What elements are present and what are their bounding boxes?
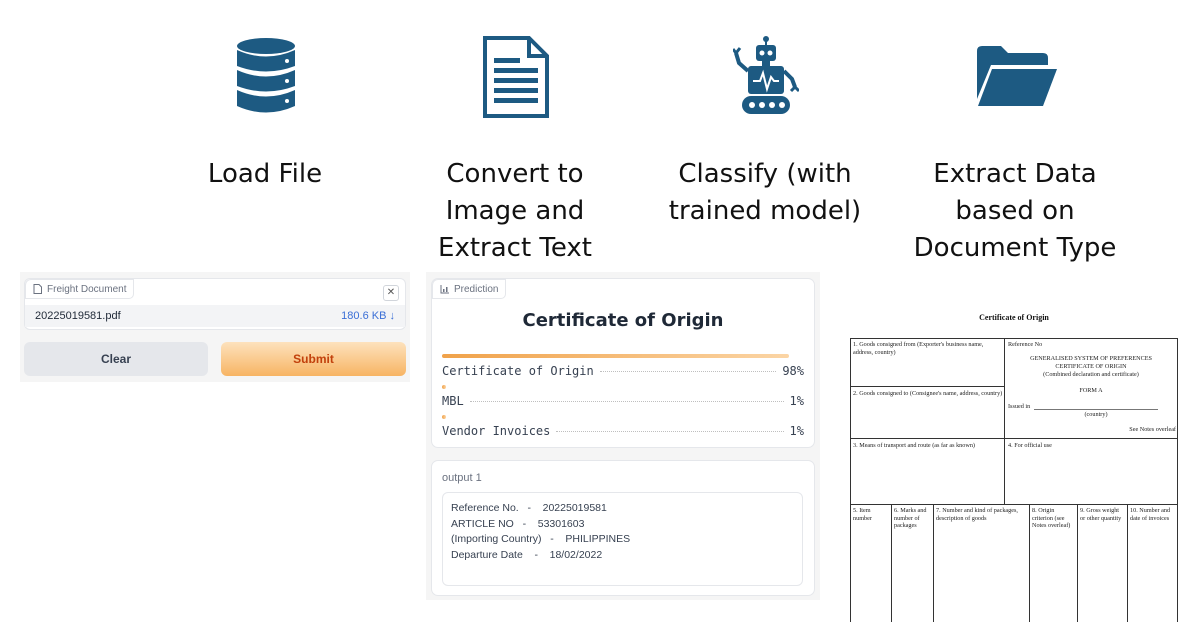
certificate-title: Certificate of Origin [979,313,1049,322]
confidence-bar-0 [442,354,796,358]
form-divider [1127,504,1128,622]
form-col9: 9. Gross weight or other quantity [1080,507,1122,522]
uploaded-file-row: 20225019581.pdf 180.6 KB ↓ [25,305,405,327]
form-col8: 8. Origin criterion (see Notes overleaf) [1032,507,1071,529]
file-upload-box[interactable]: Freight Document ✕ 20225019581.pdf 180.6… [24,278,406,330]
confidence-bar-2 [442,415,796,419]
form-box4: 4. For official use [1008,442,1052,449]
database-icon [237,38,295,113]
form-divider [1029,504,1030,622]
file-size-download-link[interactable]: 180.6 KB ↓ [341,310,395,322]
step-load-file-label: Load File [207,159,323,189]
form-divider [891,504,892,622]
form-col5: 5. Item number [853,507,872,522]
output-line-country: (Importing Country) - PHILIPPINES [451,533,631,545]
form-col7: 7. Number and kind of packages, descript… [936,507,1018,522]
confidence-percent-1: 1% [789,394,804,408]
form-divider [850,386,1005,387]
form-box1: 1. Goods consigned from (Exporter's busi… [853,341,984,356]
leader-dots [556,431,784,432]
output-line-article: ARTICLE NO - 53301603 [451,517,585,530]
confidence-fill-1 [442,385,446,389]
confidence-percent-0: 98% [782,364,804,378]
clear-file-button[interactable]: ✕ [383,285,399,301]
confidence-label-2: Vendor Invoices [442,424,551,438]
robot-icon [733,36,799,114]
form-issued-in: Issued in [1008,403,1031,410]
predicted-class-title: Certificate of Origin [522,310,724,331]
form-box3: 3. Means of transport and route (as far … [853,442,975,449]
form-gsp: GENERALISED SYSTEM OF PREFERENCES [1030,355,1152,362]
confidence-label-1: MBL [442,394,464,408]
form-col10: 10. Number and date of invoices [1130,507,1171,522]
form-box2: 2. Goods consigned to (Consignee's name,… [853,390,1003,397]
form-country: (country) [1084,411,1108,418]
form-ref-no: Reference No [1008,341,1043,348]
form-divider [1077,504,1078,622]
form-divider [933,504,934,622]
confidence-row-2: Vendor Invoices 1% [442,424,804,438]
issued-in-underline [1034,409,1158,410]
output-label: output 1 [442,472,482,484]
form-cert-origin: CERTIFICATE OF ORIGIN [1055,363,1127,370]
output-line-reference: Reference No. - 20225019581 [451,502,607,514]
prediction-tag: Prediction [432,279,507,299]
file-name: 20225019581.pdf [35,310,121,322]
leader-dots [599,371,777,372]
confidence-row-1: MBL 1% [442,394,804,408]
confidence-fill-2 [442,415,446,419]
confidence-row-0: Certificate of Origin 98% [442,364,804,378]
form-combined: (Combined declaration and certificate) [1043,371,1139,378]
submit-button[interactable]: Submit [221,342,406,376]
clear-button[interactable]: Clear [24,342,208,376]
certificate-form [850,338,1178,622]
file-icon [33,284,42,294]
leader-dots [469,401,784,402]
output-line-departure: Departure Date - 18/02/2022 [451,548,603,561]
bar-chart-icon [440,284,449,293]
confidence-fill-0 [442,354,789,358]
confidence-label-0: Certificate of Origin [442,364,594,378]
step-extract-label: Extract Data based on Document Type [913,159,1117,263]
folder-icon [977,46,1057,106]
freight-document-tag: Freight Document [25,279,135,299]
form-a: FORM A [1079,387,1103,394]
form-divider [850,504,1178,505]
prediction-card: Prediction [431,278,815,448]
output-textbox[interactable]: Reference No. - 20225019581 ARTICLE NO -… [442,492,803,586]
form-col6: 6. Marks and number of packages [894,507,927,529]
freight-document-tag-label: Freight Document [47,283,127,295]
step-convert-label: Convert to Image and Extract Text [438,159,592,263]
confidence-percent-2: 1% [789,424,804,438]
document-icon [483,36,549,118]
form-divider [850,438,1178,439]
form-see-notes: See Notes overleaf [1129,426,1176,433]
confidence-bar-1 [442,385,796,389]
step-classify-label: Classify (with trained model) [668,159,862,226]
prediction-tag-label: Prediction [454,283,499,295]
